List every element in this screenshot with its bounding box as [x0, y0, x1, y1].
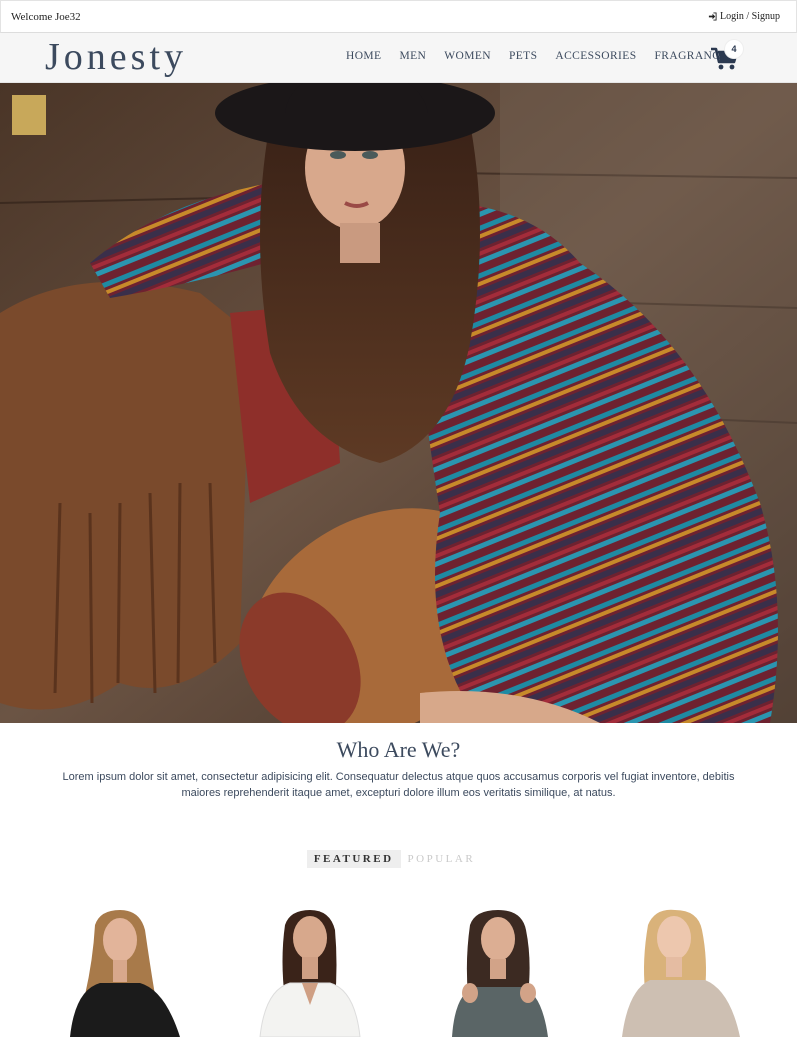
product-image	[240, 905, 380, 1037]
product-tabs: FEATURED POPULAR	[0, 850, 797, 868]
tab-popular[interactable]: POPULAR	[401, 850, 483, 868]
about-title: Who Are We?	[336, 737, 461, 762]
product-card[interactable]	[430, 905, 570, 1037]
site-logo[interactable]: Jonesty	[45, 34, 187, 80]
site-header: Jonesty HOME MEN WOMEN PETS ACCESSORIES …	[0, 33, 797, 83]
product-grid	[0, 905, 797, 1037]
product-card[interactable]	[610, 905, 750, 1037]
product-image	[610, 905, 750, 1037]
nav-women[interactable]: WOMEN	[444, 50, 491, 62]
main-nav: HOME MEN WOMEN PETS ACCESSORIES FRAGRANC…	[337, 50, 737, 62]
nav-pets[interactable]: PETS	[509, 50, 537, 62]
cart-button[interactable]: 4	[709, 40, 745, 75]
cart-count-badge: 4	[725, 40, 743, 58]
nav-men[interactable]: MEN	[399, 50, 426, 62]
product-card[interactable]	[240, 905, 380, 1037]
top-bar: Welcome Joe32 Login / Signup	[0, 0, 797, 33]
hero-image	[0, 83, 797, 723]
about-text: Lorem ipsum dolor sit amet, consectetur …	[62, 771, 735, 799]
login-signup-label: Login / Signup	[719, 11, 780, 22]
about-section: Who Are We? Lorem ipsum dolor sit amet, …	[0, 723, 797, 801]
hero-banner	[0, 83, 797, 723]
nav-accessories[interactable]: ACCESSORIES	[555, 50, 636, 62]
nav-home[interactable]: HOME	[346, 50, 381, 62]
product-image	[55, 905, 195, 1037]
product-card[interactable]	[55, 905, 195, 1037]
product-image	[430, 905, 570, 1037]
welcome-text: Welcome Joe32	[11, 11, 81, 23]
sign-in-icon	[708, 12, 717, 21]
tab-featured[interactable]: FEATURED	[306, 850, 401, 868]
login-signup-link[interactable]: Login / Signup	[708, 11, 780, 22]
